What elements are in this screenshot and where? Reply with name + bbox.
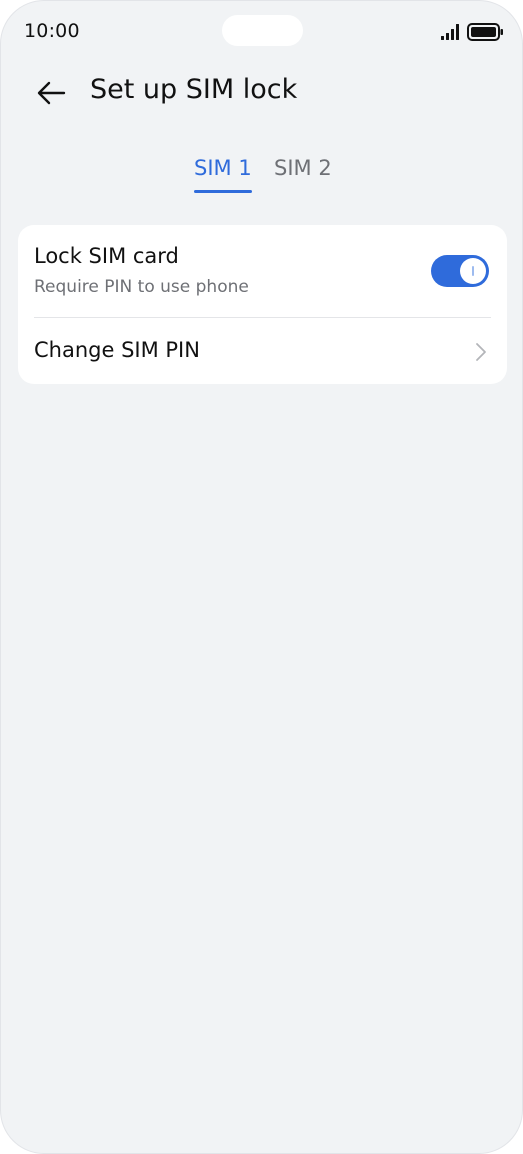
- back-button[interactable]: [31, 73, 71, 113]
- lock-sim-card-label: Lock SIM card: [34, 244, 179, 268]
- lock-sim-card-description: Require PIN to use phone: [34, 277, 249, 297]
- tab-sim-2[interactable]: SIM 2: [274, 156, 332, 180]
- page-title: Set up SIM lock: [90, 74, 298, 105]
- change-sim-pin-label: Change SIM PIN: [34, 338, 200, 362]
- camera-island: [222, 15, 303, 46]
- back-arrow-icon: [37, 81, 66, 105]
- change-sim-pin-row[interactable]: Change SIM PIN: [18, 318, 507, 384]
- tab-selected-indicator: [194, 190, 252, 193]
- status-time: 10:00: [24, 20, 80, 42]
- signal-icon: [441, 24, 459, 40]
- chevron-right-icon: [476, 343, 486, 361]
- lock-sim-card-toggle[interactable]: [431, 255, 489, 287]
- lock-sim-card-row: Lock SIM card Require PIN to use phone: [18, 225, 507, 317]
- phone-screen: 10:00 Set up SIM lock SIM 1 SIM 2 Lock S…: [0, 0, 523, 1154]
- toggle-knob-mark: [472, 266, 474, 276]
- toggle-knob: [460, 258, 486, 284]
- tab-sim-1[interactable]: SIM 1: [194, 156, 252, 180]
- sim-lock-settings-card: Lock SIM card Require PIN to use phone C…: [18, 225, 507, 384]
- battery-icon: [467, 23, 503, 41]
